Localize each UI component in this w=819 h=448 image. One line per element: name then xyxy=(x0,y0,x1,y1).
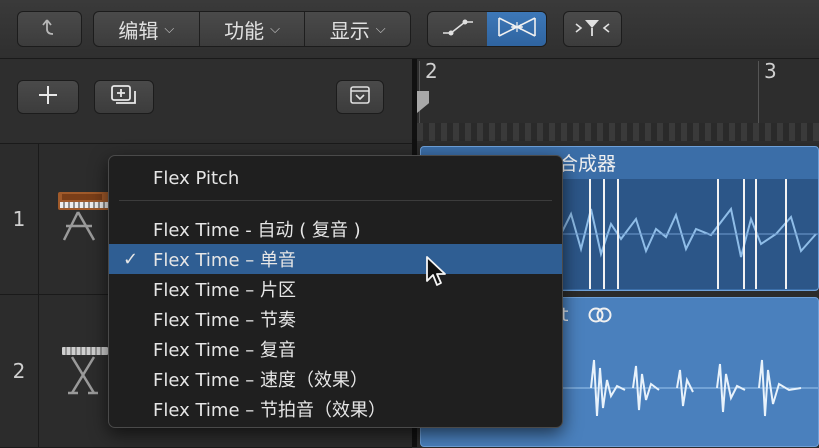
menu-item-label: Flex Time – 速度（效果） xyxy=(153,370,368,391)
menu-item-flex-time-monophonic[interactable]: ✓ Flex Time – 单音 xyxy=(109,244,562,274)
playhead-marker[interactable] xyxy=(417,91,429,113)
menu-item-label: Flex Time – 单音 xyxy=(153,250,296,271)
menu-item-flex-time-auto[interactable]: Flex Time - 自动 ( 复音 ) xyxy=(109,214,562,244)
flex-marker[interactable] xyxy=(617,179,619,289)
automation-flex-group xyxy=(427,11,547,47)
loop-link-icon xyxy=(587,306,613,328)
flex-mode-menu: Flex Pitch Flex Time - 自动 ( 复音 ) ✓ Flex … xyxy=(108,155,563,428)
menu-group: 编辑 ⌵ 功能 ⌵ 显示 ⌵ xyxy=(93,11,411,47)
menu-item-label: Flex Time – 片区 xyxy=(153,280,296,301)
track-list-header xyxy=(0,59,412,144)
menu-item-flex-time-tempophone[interactable]: Flex Time – 节拍音（效果） xyxy=(109,394,562,424)
automation-button[interactable] xyxy=(428,12,487,46)
functions-menu-label: 功能 xyxy=(224,18,265,43)
track-number: 1 xyxy=(0,144,39,294)
checkmark-icon: ✓ xyxy=(123,248,139,270)
flex-marker[interactable] xyxy=(785,179,787,289)
flex-marker[interactable] xyxy=(589,179,591,289)
menu-item-label: Flex Time - 自动 ( 复音 ) xyxy=(153,220,361,241)
synthesizer-icon xyxy=(56,182,116,248)
menu-item-label: Flex Pitch xyxy=(153,167,240,189)
view-menu[interactable]: 显示 ⌵ xyxy=(305,12,410,46)
toolbar: 编辑 ⌵ 功能 ⌵ 显示 ⌵ xyxy=(0,0,819,59)
menu-item-flex-time-speed[interactable]: Flex Time – 速度（效果） xyxy=(109,364,562,394)
filter-playhead-icon xyxy=(573,16,613,42)
menu-item-flex-time-slicing[interactable]: Flex Time – 片区 xyxy=(109,274,562,304)
track-number: 2 xyxy=(0,295,39,447)
menu-item-flex-time-rhythmic[interactable]: Flex Time – 节奏 xyxy=(109,304,562,334)
bar-ruler[interactable]: 2 3 xyxy=(417,59,819,143)
flex-marker[interactable] xyxy=(755,179,757,289)
collapse-box-icon xyxy=(349,84,371,110)
functions-menu[interactable]: 功能 ⌵ xyxy=(200,12,306,46)
menu-item-label: Flex Time – 复音 xyxy=(153,340,296,361)
ruler-strip xyxy=(417,123,819,141)
flex-marker[interactable] xyxy=(743,179,745,289)
flex-marker[interactable] xyxy=(717,179,719,289)
view-menu-label: 显示 xyxy=(329,18,370,43)
plus-icon xyxy=(37,84,59,110)
keyboard-stand-icon xyxy=(56,335,116,401)
chevron-down-icon: ⌵ xyxy=(270,21,280,37)
edit-menu-label: 编辑 xyxy=(118,18,159,43)
menu-separator xyxy=(119,200,552,201)
menu-item-label: Flex Time – 节奏 xyxy=(153,310,296,331)
flex-hourglass-icon xyxy=(497,15,537,43)
ruler-bar-number: 3 xyxy=(764,59,777,83)
menu-item-flex-time-polyphonic[interactable]: Flex Time – 复音 xyxy=(109,334,562,364)
add-track-button[interactable] xyxy=(17,80,79,114)
edit-menu[interactable]: 编辑 ⌵ xyxy=(94,12,200,46)
automation-curve-icon xyxy=(441,16,475,42)
chevron-down-icon: ⌵ xyxy=(375,21,386,37)
region-title: 合成器 xyxy=(559,153,617,175)
flex-button[interactable] xyxy=(487,12,546,46)
ruler-bar-number: 2 xyxy=(425,59,438,83)
track-stack-button[interactable] xyxy=(94,80,154,114)
back-button[interactable] xyxy=(17,11,82,47)
collapse-button[interactable] xyxy=(336,80,384,114)
flex-marker[interactable] xyxy=(603,179,605,289)
mouse-pointer-icon xyxy=(425,255,449,293)
add-folder-icon xyxy=(109,83,139,111)
menu-item-label: Flex Time – 节拍音（效果） xyxy=(153,400,386,421)
chevron-down-icon: ⌵ xyxy=(164,21,175,37)
catch-playhead-button[interactable] xyxy=(563,11,622,47)
back-arrow-icon xyxy=(39,16,61,42)
menu-item-flex-pitch[interactable]: Flex Pitch xyxy=(109,163,562,193)
